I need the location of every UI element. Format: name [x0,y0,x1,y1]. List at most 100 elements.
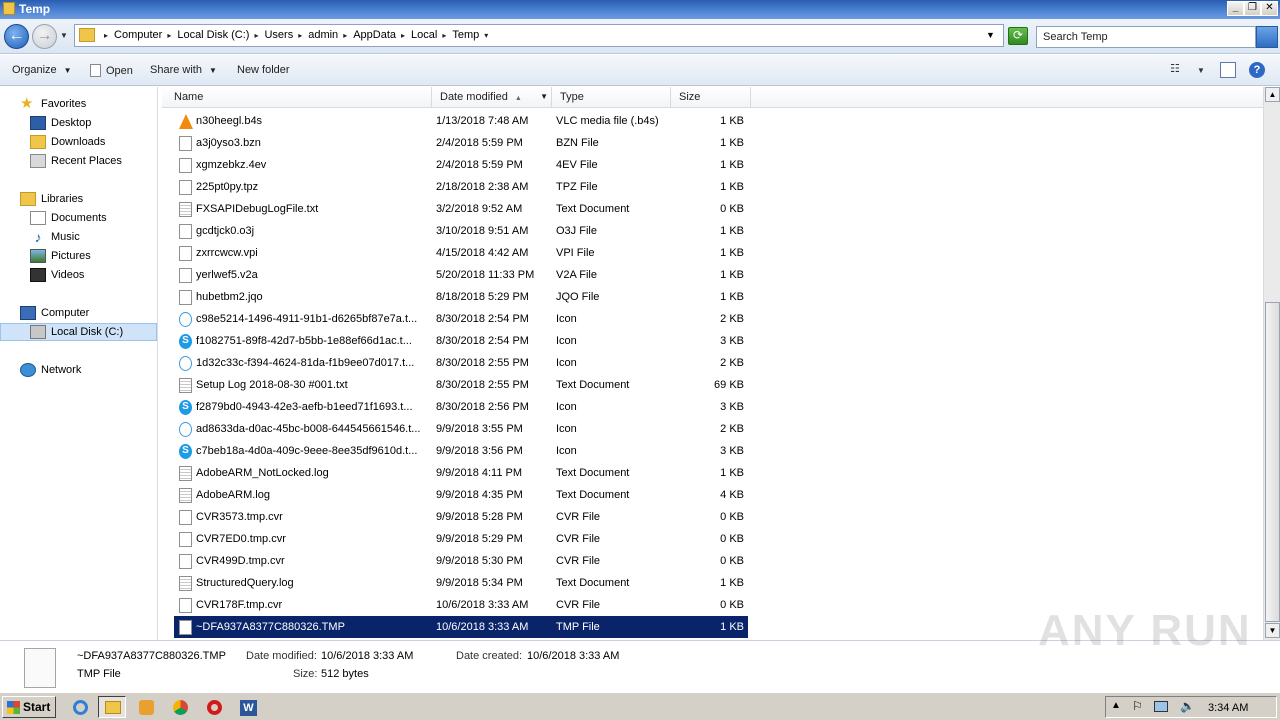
help-icon[interactable]: ? [1249,62,1265,78]
file-row[interactable]: a3j0yso3.bzn 2/4/2018 5:59 PM BZN File 1 KB [174,132,748,154]
nav-libraries[interactable]: Libraries [20,190,83,208]
nav-pictures[interactable]: Pictures [30,247,91,265]
search-icon[interactable] [1256,26,1278,48]
file-date-modified: 8/18/2018 5:29 PM [436,291,529,303]
word-taskbar-button[interactable]: W [234,696,262,718]
file-row[interactable]: c98e5214-1496-4911-91b1-d6265bf87e7a.t..… [174,308,748,330]
file-row[interactable]: xgmzebkz.4ev 2/4/2018 5:59 PM 4EV File 1 KB [174,154,748,176]
start-button[interactable]: Start [2,696,56,718]
nav-local-disk[interactable]: Local Disk (C:) [0,323,157,341]
opera-taskbar-button[interactable] [200,696,228,718]
breadcrumb-item[interactable]: AppData [353,29,396,41]
ie-taskbar-button[interactable] [66,696,94,718]
nav-network[interactable]: Network [20,361,81,379]
file-row[interactable]: AdobeARM_NotLocked.log 9/9/2018 4:11 PM Te… [174,462,748,484]
refresh-button[interactable]: ⟳ [1008,27,1028,45]
breadcrumb-separator-icon[interactable]: ▸ [254,31,258,40]
action-center-flag-icon[interactable]: ⚐ [1132,699,1143,713]
breadcrumb-item[interactable]: Temp [452,29,479,41]
file-size: 0 KB [720,599,744,611]
address-history-dropdown[interactable]: ▼ [986,30,995,40]
file-row[interactable]: Sc7beb18a-4d0a-409c-9eee-8ee35df9610d.t.… [174,440,748,462]
file-row[interactable]: CVR3573.tmp.cvr 9/9/2018 5:28 PM CVR File 0… [174,506,748,528]
preview-pane-icon[interactable] [1220,62,1236,78]
file-row[interactable]: CVR499D.tmp.cvr 9/9/2018 5:30 PM CVR File 0… [174,550,748,572]
nav-computer[interactable]: Computer [20,304,89,322]
forward-button[interactable]: → [32,24,57,49]
breadcrumb[interactable]: ▸ Computer ▸ Local Disk (C:) ▸ Users ▸ admin ▸ Ap… [74,24,1004,47]
media-player-taskbar-button[interactable] [132,696,160,718]
open-button[interactable]: Open [90,64,133,77]
column-size[interactable]: Size [671,87,751,108]
nav-favorites[interactable]: ★ Favorites [20,95,86,113]
text-file-icon [179,202,192,217]
vertical-scrollbar[interactable]: ▲ ▼ [1263,87,1280,640]
back-button[interactable]: ← [4,24,29,49]
clock[interactable]: 3:34 AM [1208,702,1248,714]
recent-places-icon [30,154,46,168]
network-tray-icon[interactable] [1154,701,1168,712]
change-view-icon[interactable]: ☷ [1170,62,1180,78]
file-name: xgmzebkz.4ev [196,159,267,171]
recent-pages-dropdown[interactable]: ▼ [60,31,68,40]
new-folder-button[interactable]: New folder [237,64,290,76]
file-row[interactable]: zxrrcwcw.vpi 4/15/2018 4:42 AM VPI File 1 K… [174,242,748,264]
scroll-down-button[interactable]: ▼ [1265,623,1280,638]
show-hidden-icons-icon[interactable]: ▲ [1111,700,1121,711]
chrome-taskbar-button[interactable] [166,696,194,718]
nav-documents[interactable]: Documents [30,209,107,227]
scroll-thumb[interactable] [1265,302,1280,622]
nav-downloads[interactable]: Downloads [30,133,105,151]
breadcrumb-item[interactable]: Local Disk (C:) [177,29,249,41]
breadcrumb-item[interactable]: admin [308,29,338,41]
breadcrumb-item[interactable]: Local [411,29,437,41]
column-name[interactable]: Name [166,87,432,108]
file-row[interactable]: ad8633da-d0ac-45bc-b008-644545661546.t..… [174,418,748,440]
breadcrumb-separator-icon[interactable]: ▸ [298,31,302,40]
column-date-modified[interactable]: Date modified ▲ ▼ [432,87,552,108]
nav-music[interactable]: ♪ Music [30,228,80,246]
breadcrumb-item[interactable]: Computer [114,29,162,41]
minimize-button[interactable]: _ [1227,1,1244,16]
share-with-button[interactable]: Share with ▼ [150,64,217,76]
file-date-modified: 9/9/2018 5:30 PM [436,555,523,567]
explorer-taskbar-button[interactable] [98,696,126,718]
file-row[interactable]: StructuredQuery.log 9/9/2018 5:34 PM Text … [174,572,748,594]
file-row[interactable]: Sf1082751-89f8-42d7-b5bb-1e88ef66d1ac.t.… [174,330,748,352]
file-row[interactable]: Sf2879bd0-4943-42e3-aefb-b1eed71f1693.t.… [174,396,748,418]
breadcrumb-separator-icon[interactable]: ▸ [401,31,405,40]
close-button[interactable]: ✕ [1261,1,1278,16]
file-row[interactable]: Setup Log 2018-08-30 #001.txt 8/30/2018 2… [174,374,748,396]
nav-desktop[interactable]: Desktop [30,114,91,132]
maximize-button[interactable]: ❐ [1244,1,1261,16]
column-type[interactable]: Type [552,87,671,108]
file-row[interactable]: gcdtjck0.o3j 3/10/2018 9:51 AM O3J File 1 K… [174,220,748,242]
view-options-dropdown[interactable]: ▼ [1197,66,1205,82]
breadcrumb-separator-icon[interactable]: ▸ [442,31,446,40]
file-row[interactable]: 1d32c33c-f394-4624-81da-f1b9ee07d017.t..… [174,352,748,374]
breadcrumb-item[interactable]: Users [264,29,293,41]
file-row[interactable]: FXSAPIDebugLogFile.txt 3/2/2018 9:52 AM Te… [174,198,748,220]
file-row[interactable]: n30heegl.b4s 1/13/2018 7:48 AM VLC media f… [174,110,748,132]
breadcrumb-separator-icon[interactable]: ▸ [167,31,171,40]
breadcrumb-dropdown-icon[interactable]: ▾ [484,31,488,40]
breadcrumb-separator-icon[interactable]: ▸ [104,31,108,40]
search-input[interactable]: Search Temp [1036,26,1256,48]
file-row[interactable]: CVR178F.tmp.cvr 10/6/2018 3:33 AM CVR File… [174,594,748,616]
nav-recent-places[interactable]: Recent Places [30,152,122,170]
file-row[interactable]: 225pt0py.tpz 2/18/2018 2:38 AM TPZ File 1 K… [174,176,748,198]
breadcrumb-separator-icon[interactable]: ▸ [343,31,347,40]
file-row[interactable]: yerlwef5.v2a 5/20/2018 11:33 PM V2A File 1 … [174,264,748,286]
file-row[interactable]: AdobeARM.log 9/9/2018 4:35 PM Text Documen… [174,484,748,506]
column-filter-dropdown[interactable]: ▼ [540,92,548,101]
document-icon [90,64,101,77]
nav-videos[interactable]: Videos [30,266,84,284]
file-row[interactable]: CVR7ED0.tmp.cvr 9/9/2018 5:29 PM CVR File 0… [174,528,748,550]
scroll-up-button[interactable]: ▲ [1265,87,1280,102]
organize-button[interactable]: Organize ▼ [12,64,72,76]
file-type: Icon [556,357,577,369]
nav-label: Recent Places [51,155,122,167]
file-row[interactable]: ~DFA937A8377C880326.TMP 10/6/2018 3:33 AM… [174,616,748,638]
volume-icon[interactable]: 🔈 [1180,699,1195,713]
file-row[interactable]: hubetbm2.jqo 8/18/2018 5:29 PM JQO File 1 K… [174,286,748,308]
